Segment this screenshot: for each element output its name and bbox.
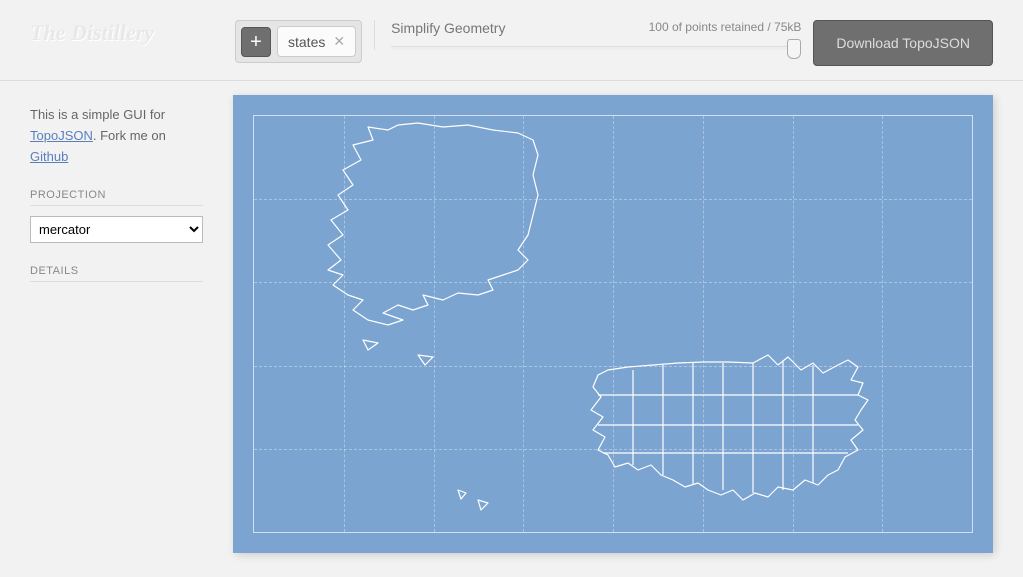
slider-handle[interactable] [787, 39, 801, 59]
details-heading: DETAILS [30, 265, 203, 282]
github-link[interactable]: Github [30, 149, 68, 164]
layer-tag-label: states [288, 34, 325, 50]
download-button[interactable]: Download TopoJSON [813, 20, 993, 66]
simplify-status: 100 of points retained / 75kB [649, 20, 802, 36]
simplify-section: Simplify Geometry 100 of points retained… [374, 20, 801, 50]
projection-select[interactable]: mercator [30, 216, 203, 243]
topojson-link[interactable]: TopoJSON [30, 128, 93, 143]
hawaii-2 [478, 500, 488, 510]
simplify-slider[interactable] [391, 46, 801, 50]
alaska-outline [328, 123, 538, 325]
layer-tag[interactable]: states ✕ [277, 26, 356, 57]
hawaii-1 [458, 490, 466, 499]
map-canvas[interactable] [233, 95, 993, 553]
map-svg [233, 95, 993, 553]
layer-tags: + states ✕ [235, 20, 362, 63]
sidebar: This is a simple GUI for TopoJSON. Fork … [0, 81, 219, 577]
projection-heading: PROJECTION [30, 189, 203, 206]
state-lines [598, 361, 858, 493]
alaska-island-1 [363, 340, 378, 350]
intro-text: This is a simple GUI for TopoJSON. Fork … [30, 105, 203, 167]
alaska-island-2 [418, 355, 433, 365]
add-layer-button[interactable]: + [241, 27, 271, 57]
app-title: The Distillery [30, 20, 235, 46]
close-icon[interactable]: ✕ [333, 33, 345, 50]
intro-mid: . Fork me on [93, 128, 166, 143]
canvas-area [219, 81, 1023, 577]
simplify-label: Simplify Geometry [391, 20, 505, 36]
intro-prefix: This is a simple GUI for [30, 107, 165, 122]
